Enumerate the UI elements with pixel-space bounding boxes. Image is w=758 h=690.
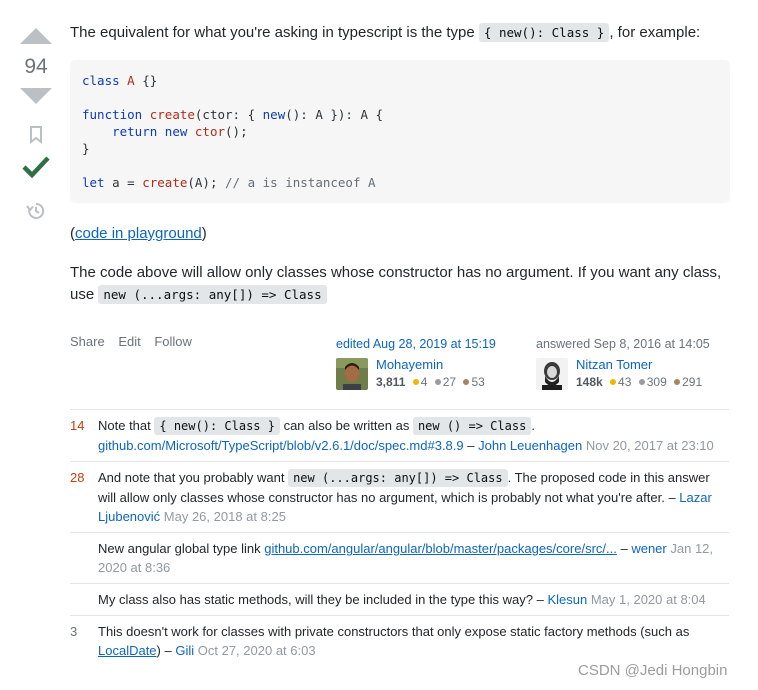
comment-date[interactable]: May 26, 2018 at 8:25 — [164, 509, 286, 524]
author-avatar[interactable] — [536, 358, 568, 390]
comment-text: Note that — [98, 418, 155, 433]
comment-item: My class also has static methods, will t… — [70, 584, 729, 616]
code-line-3: function create(ctor: { new(): A }): A { — [82, 107, 384, 122]
accepted-check-icon — [22, 156, 50, 179]
comment-date[interactable]: May 1, 2020 at 8:04 — [591, 592, 706, 607]
editor-avatar[interactable] — [336, 358, 368, 390]
comment-item: New angular global type link github.com/… — [70, 533, 729, 584]
comment-text: can also be written as — [279, 418, 413, 433]
comment-code: new (...args: any[]) => Class — [288, 469, 508, 487]
author-reputation: 148k 43 309 291 — [576, 375, 702, 389]
answered-timestamp: answered Sep 8, 2016 at 14:05 — [536, 337, 710, 351]
comment-user[interactable]: Klesun — [547, 592, 587, 607]
editor-card: edited Aug 28, 2019 at 15:19 Mohayemin 3… — [336, 337, 516, 393]
comment-text: My class also has static methods, will t… — [98, 592, 533, 607]
paren-close: ) — [201, 225, 207, 242]
editor-reputation: 3,811 4 27 53 — [376, 375, 485, 389]
author-card: answered Sep 8, 2016 at 14:05 Nitzan Tom… — [536, 337, 726, 393]
comment-link[interactable]: github.com/Microsoft/TypeScript/blob/v2.… — [98, 438, 464, 453]
comment-link[interactable]: github.com/angular/angular/blob/master/p… — [264, 541, 617, 556]
author-name[interactable]: Nitzan Tomer — [576, 357, 652, 372]
history-icon[interactable] — [26, 201, 46, 221]
silver-badge-icon — [638, 379, 645, 385]
playground-link[interactable]: code in playground — [75, 225, 202, 242]
comment-text: New angular global type link — [98, 541, 265, 556]
edit-link[interactable]: Edit — [118, 334, 140, 349]
comment-link[interactable]: LocalDate — [98, 643, 157, 658]
comment-code: { new(): Class } — [154, 417, 280, 435]
author-rep-score: 148k — [576, 375, 603, 389]
comment-date[interactable]: Oct 27, 2020 at 6:03 — [198, 643, 316, 658]
comment-separator: – — [616, 541, 632, 556]
code-line-1: class A {} — [82, 73, 158, 88]
gold-badge-icon — [412, 379, 419, 385]
comment-user[interactable]: wener — [631, 541, 666, 556]
intro-paragraph: The equivalent for what you're asking in… — [70, 22, 730, 43]
author-silver-count: 309 — [646, 375, 667, 389]
comment-user[interactable]: Gili — [175, 643, 194, 658]
comment-body: Note that { new(): Class } can also be w… — [98, 410, 729, 461]
comment-text: And note that you probably want — [98, 470, 289, 485]
vote-score: 94 — [24, 55, 48, 78]
answer-body: The equivalent for what you're asking in… — [70, 22, 730, 306]
csdn-watermark: CSDN @Jedi Hongbin — [578, 662, 728, 679]
comment-user[interactable]: John Leuenhagen — [478, 438, 582, 453]
author-bronze-count: 291 — [682, 375, 703, 389]
follow-link[interactable]: Follow — [154, 334, 192, 349]
comment-score: 14 — [70, 418, 85, 433]
intro-text-end: , for example: — [609, 24, 701, 41]
explanation-paragraph: The code above will allow only classes w… — [70, 262, 730, 306]
intro-inline-code: { new(): Class } — [478, 23, 610, 42]
comment-separator: – — [463, 438, 479, 453]
vote-column: 94 — [18, 28, 54, 226]
comment-text: This doesn't work for classes with priva… — [98, 624, 690, 639]
downvote-button[interactable] — [20, 88, 52, 104]
comment-body: This doesn't work for classes with priva… — [98, 616, 729, 666]
share-link[interactable]: Share — [70, 334, 105, 349]
code-line-5: } — [82, 141, 90, 156]
bookmark-icon[interactable] — [29, 126, 43, 145]
comment-separator: – — [664, 490, 680, 505]
comment-separator: – — [533, 592, 548, 607]
code-block: class A {} function create(ctor: { new()… — [70, 60, 730, 203]
bronze-badge-icon — [463, 379, 470, 385]
intro-text: The equivalent for what you're asking in… — [70, 24, 479, 41]
silver-badge-icon — [434, 379, 441, 385]
comment-code: new () => Class — [412, 417, 532, 435]
comment-date[interactable]: Nov 20, 2017 at 23:10 — [586, 438, 714, 453]
edited-timestamp[interactable]: edited Aug 28, 2019 at 15:19 — [336, 337, 516, 351]
code-line-7: let a = create(A); // a is instanceof A — [82, 175, 376, 190]
comment-item: 14 Note that { new(): Class } can also b… — [70, 410, 729, 462]
editor-bronze-count: 53 — [471, 375, 485, 389]
post-menu: Share Edit Follow — [70, 334, 202, 349]
playground-paragraph: (code in playground) — [70, 223, 730, 244]
author-gold-count: 43 — [618, 375, 632, 389]
comment-body: And note that you probably want new (...… — [98, 462, 729, 532]
comment-text: . — [531, 418, 535, 433]
bronze-badge-icon — [674, 379, 681, 385]
editor-name[interactable]: Mohayemin — [376, 357, 443, 372]
comment-item: 28 And note that you probably want new (… — [70, 462, 729, 533]
editor-rep-score: 3,811 — [376, 375, 406, 389]
editor-gold-count: 4 — [420, 375, 428, 389]
comment-score: 3 — [70, 624, 78, 639]
comment-separator: – — [160, 643, 176, 658]
comment-item: 3 This doesn't work for classes with pri… — [70, 616, 729, 666]
comments-list: 14 Note that { new(): Class } can also b… — [70, 409, 729, 666]
comment-body: New angular global type link github.com/… — [98, 533, 729, 583]
comment-body: My class also has static methods, will t… — [98, 584, 729, 615]
upvote-button[interactable] — [20, 28, 52, 44]
editor-silver-count: 27 — [442, 375, 457, 389]
code-line-4: return new ctor(); — [112, 124, 248, 139]
comment-score: 28 — [70, 470, 85, 485]
explanation-inline-code: new (...args: any[]) => Class — [98, 285, 327, 304]
gold-badge-icon — [610, 379, 617, 385]
